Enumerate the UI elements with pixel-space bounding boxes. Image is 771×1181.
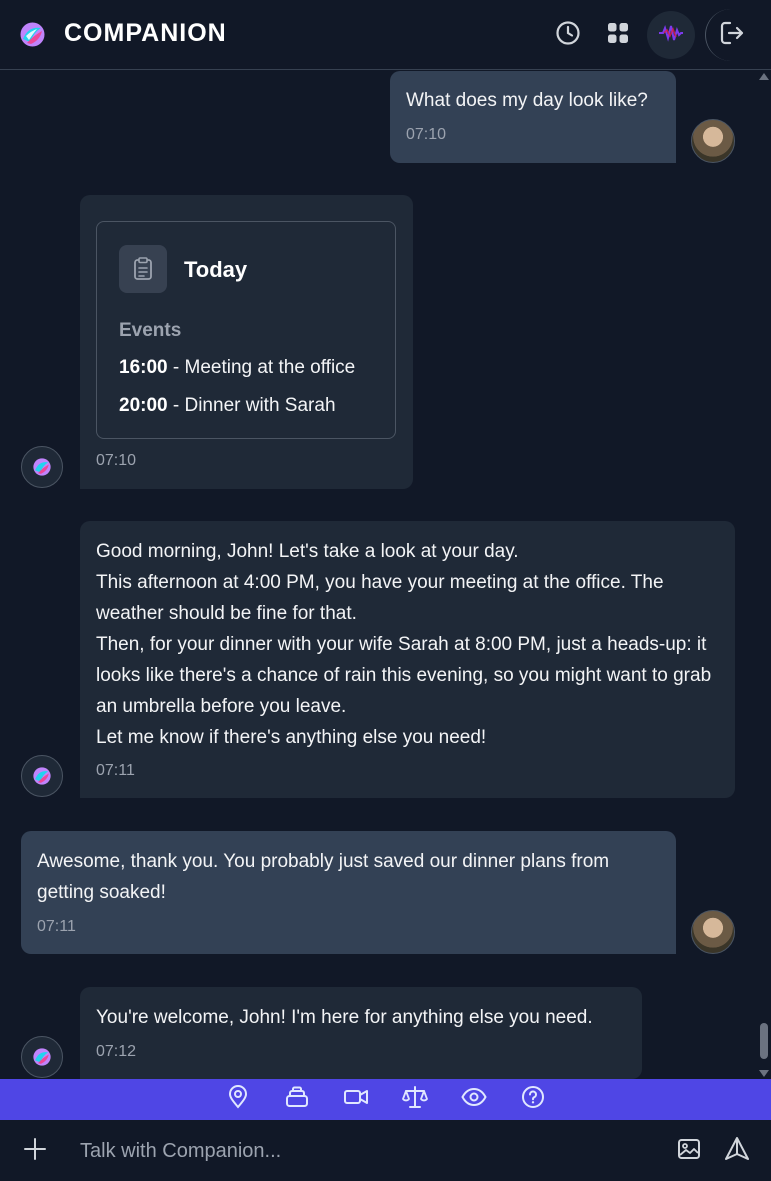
location-icon [227, 1085, 249, 1114]
bot-avatar [21, 755, 63, 797]
scroll-up-arrow[interactable] [759, 73, 769, 80]
tool-bar [0, 1079, 771, 1120]
video-icon [343, 1087, 369, 1112]
message-line: Let me know if there's anything else you… [96, 727, 487, 748]
user-message: Awesome, thank you. You probably just sa… [21, 831, 676, 954]
clipboard-icon [119, 245, 167, 293]
bot-message-card: Today Events 16:00 - Meeting at the offi… [80, 195, 413, 489]
user-avatar [691, 910, 735, 954]
layers-button[interactable] [281, 1083, 314, 1116]
bot-message: You're welcome, John! I'm here for anyth… [80, 987, 642, 1079]
message-time: 07:10 [406, 126, 447, 143]
message-line: Then, for your dinner with your wife Sar… [96, 634, 712, 717]
logout-button[interactable] [705, 9, 757, 61]
scrollbar-thumb[interactable] [760, 1023, 768, 1059]
event-time: 20:00 [119, 395, 168, 416]
bot-avatar [21, 1036, 63, 1078]
message-line: Good morning, John! Let's take a look at… [96, 541, 519, 562]
apps-button[interactable] [601, 18, 635, 52]
user-message: What does my day look like? 07:10 [390, 71, 676, 163]
scale-button[interactable] [399, 1083, 432, 1116]
eye-button[interactable] [458, 1083, 491, 1116]
history-icon [555, 20, 581, 51]
message-line: This afternoon at 4:00 PM, you have your… [96, 572, 664, 624]
voice-button[interactable] [647, 11, 695, 59]
apps-grid-icon [607, 22, 629, 49]
layers-icon [285, 1085, 309, 1114]
chat-area[interactable]: What does my day look like? 07:10 Today … [0, 71, 771, 1079]
image-upload-button[interactable] [675, 1137, 703, 1165]
today-card: Today Events 16:00 - Meeting at the offi… [96, 221, 396, 439]
scroll-down-arrow[interactable] [759, 1070, 769, 1077]
history-button[interactable] [551, 18, 585, 52]
app-title: COMPANION [64, 19, 227, 47]
video-button[interactable] [340, 1083, 373, 1116]
message-input[interactable] [80, 1136, 640, 1166]
bot-avatar [21, 446, 63, 488]
message-time: 07:12 [96, 1043, 137, 1060]
event-item: 20:00 - Dinner with Sarah [119, 390, 336, 421]
user-avatar [691, 119, 735, 163]
message-text: Awesome, thank you. You probably just sa… [37, 851, 610, 903]
message-time: 07:10 [96, 452, 137, 469]
send-icon [724, 1136, 750, 1167]
events-label: Events [119, 320, 182, 341]
companion-logo-icon [20, 22, 45, 47]
event-item: 16:00 - Meeting at the office [119, 352, 355, 383]
card-title: Today [184, 257, 248, 282]
composer [0, 1120, 771, 1181]
send-button[interactable] [722, 1136, 752, 1166]
bot-message: Good morning, John! Let's take a look at… [80, 521, 735, 798]
event-desc: - Meeting at the office [167, 357, 356, 378]
event-time: 16:00 [119, 357, 168, 378]
voice-wave-icon [658, 24, 684, 47]
location-button[interactable] [222, 1083, 255, 1116]
plus-icon [23, 1137, 47, 1166]
image-icon [677, 1137, 701, 1166]
app-header: COMPANION [0, 0, 771, 70]
message-text: You're welcome, John! I'm here for anyth… [96, 1007, 593, 1028]
scale-icon [402, 1085, 428, 1114]
message-text: What does my day look like? [406, 90, 648, 111]
help-icon [521, 1085, 545, 1114]
help-button[interactable] [517, 1083, 550, 1116]
message-time: 07:11 [37, 918, 76, 935]
logout-icon [719, 20, 745, 51]
attach-button[interactable] [20, 1136, 50, 1166]
message-time: 07:11 [96, 762, 135, 779]
event-desc: - Dinner with Sarah [167, 395, 336, 416]
message-text: Good morning, John! Let's take a look at… [96, 536, 716, 753]
eye-icon [461, 1087, 487, 1112]
